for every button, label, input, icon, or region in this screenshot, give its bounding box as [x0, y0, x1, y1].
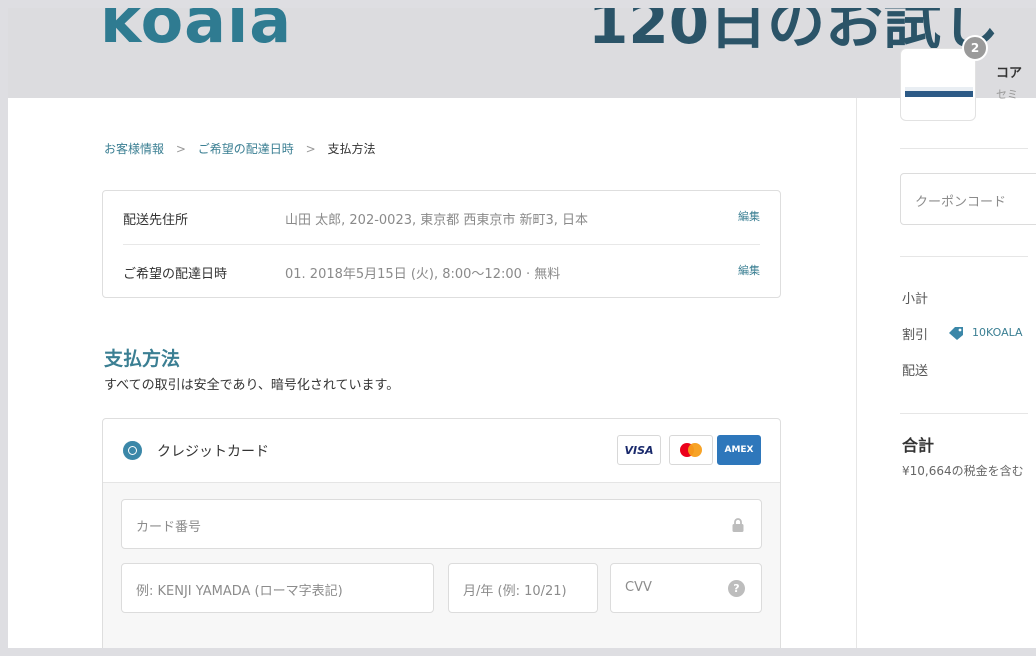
shipping-address-value: 山田 太郎, 202-0023, 東京都 西東京市 新町3, 日本: [285, 213, 589, 228]
page-header: koala 120日のお試し: [8, 8, 1036, 98]
discount-label: 割引: [902, 328, 929, 343]
mastercard-logo-icon: [669, 435, 713, 465]
coupon-code-input[interactable]: クーポンコード: [900, 173, 1036, 225]
breadcrumb-separator: >: [305, 142, 316, 156]
amex-logo-icon: AMEX: [717, 435, 761, 465]
expiry-date-placeholder: 月/年 (例: 10/21): [463, 584, 567, 599]
tax-included-note: ¥10,664の税金を含む: [902, 464, 1024, 478]
tag-icon: [949, 327, 963, 340]
cart-divider: [900, 413, 1028, 414]
payment-method-box: クレジットカード VISA AMEX カード番号 例: KENJI YAMADA…: [102, 418, 781, 648]
cart-divider: [900, 256, 1028, 257]
quantity-badge: 2: [962, 35, 988, 61]
cardholder-name-placeholder: 例: KENJI YAMADA (ローマ字表記): [136, 584, 343, 599]
delivery-date-label: ご希望の配達日時: [123, 267, 228, 282]
breadcrumb-customer-info[interactable]: お客様情報: [104, 142, 164, 156]
breadcrumb-payment: 支払方法: [327, 142, 376, 156]
edit-delivery-link[interactable]: 編集: [738, 262, 760, 278]
expiry-date-input[interactable]: 月/年 (例: 10/21): [448, 563, 598, 613]
delivery-date-value: 01. 2018年5月15日 (火), 8:00〜12:00 · 無料: [285, 267, 561, 282]
cvv-help-icon[interactable]: ?: [728, 580, 745, 597]
product-variant: セミ: [996, 88, 1018, 101]
coupon-placeholder: クーポンコード: [915, 195, 1007, 210]
lock-icon: [732, 518, 744, 532]
breadcrumb: お客様情報 > ご希望の配達日時 > 支払方法: [104, 140, 375, 157]
breadcrumb-delivery-date[interactable]: ご希望の配達日時: [198, 142, 294, 156]
credit-card-label: クレジットカード: [157, 444, 269, 460]
card-number-input[interactable]: カード番号: [121, 499, 762, 549]
hero-banner-text: 120日のお試し: [588, 8, 1000, 57]
breadcrumb-separator: >: [175, 142, 186, 156]
delivery-date-row: ご希望の配達日時 01. 2018年5月15日 (火), 8:00〜12:00 …: [103, 245, 780, 299]
card-number-placeholder: カード番号: [136, 520, 202, 535]
shipping-address-row: 配送先住所 山田 太郎, 202-0023, 東京都 西東京市 新町3, 日本 …: [103, 191, 780, 245]
shipping-label: 配送: [902, 364, 929, 379]
credit-card-option[interactable]: クレジットカード VISA AMEX: [103, 419, 780, 483]
koala-logo[interactable]: koala: [100, 8, 292, 52]
payment-section-title: 支払方法: [104, 348, 181, 370]
shipping-address-label: 配送先住所: [123, 213, 189, 228]
cvv-placeholder: CVV: [625, 580, 652, 595]
credit-card-radio[interactable]: [123, 441, 142, 460]
product-thumbnail: [900, 48, 976, 121]
cart-divider: [900, 148, 1028, 149]
subtotal-label: 小計: [902, 292, 929, 307]
mattress-image: [905, 87, 973, 97]
product-name: コア: [996, 66, 1023, 81]
visa-logo-icon: VISA: [617, 435, 661, 465]
edit-address-link[interactable]: 編集: [738, 208, 760, 224]
payment-security-note: すべての取引は安全であり、暗号化されています。: [104, 378, 400, 393]
checkout-main: お客様情報 > ご希望の配達日時 > 支払方法 配送先住所 山田 太郎, 202…: [8, 98, 1036, 648]
cvv-input[interactable]: CVV ?: [610, 563, 762, 613]
discount-code: 10KOALA: [972, 326, 1023, 339]
order-summary-box: 配送先住所 山田 太郎, 202-0023, 東京都 西東京市 新町3, 日本 …: [102, 190, 781, 298]
card-fields-area: カード番号 例: KENJI YAMADA (ローマ字表記) 月/年 (例: 1…: [103, 483, 780, 648]
total-label: 合計: [902, 436, 935, 455]
cardholder-name-input[interactable]: 例: KENJI YAMADA (ローマ字表記): [121, 563, 434, 613]
panel-divider: [856, 98, 857, 648]
